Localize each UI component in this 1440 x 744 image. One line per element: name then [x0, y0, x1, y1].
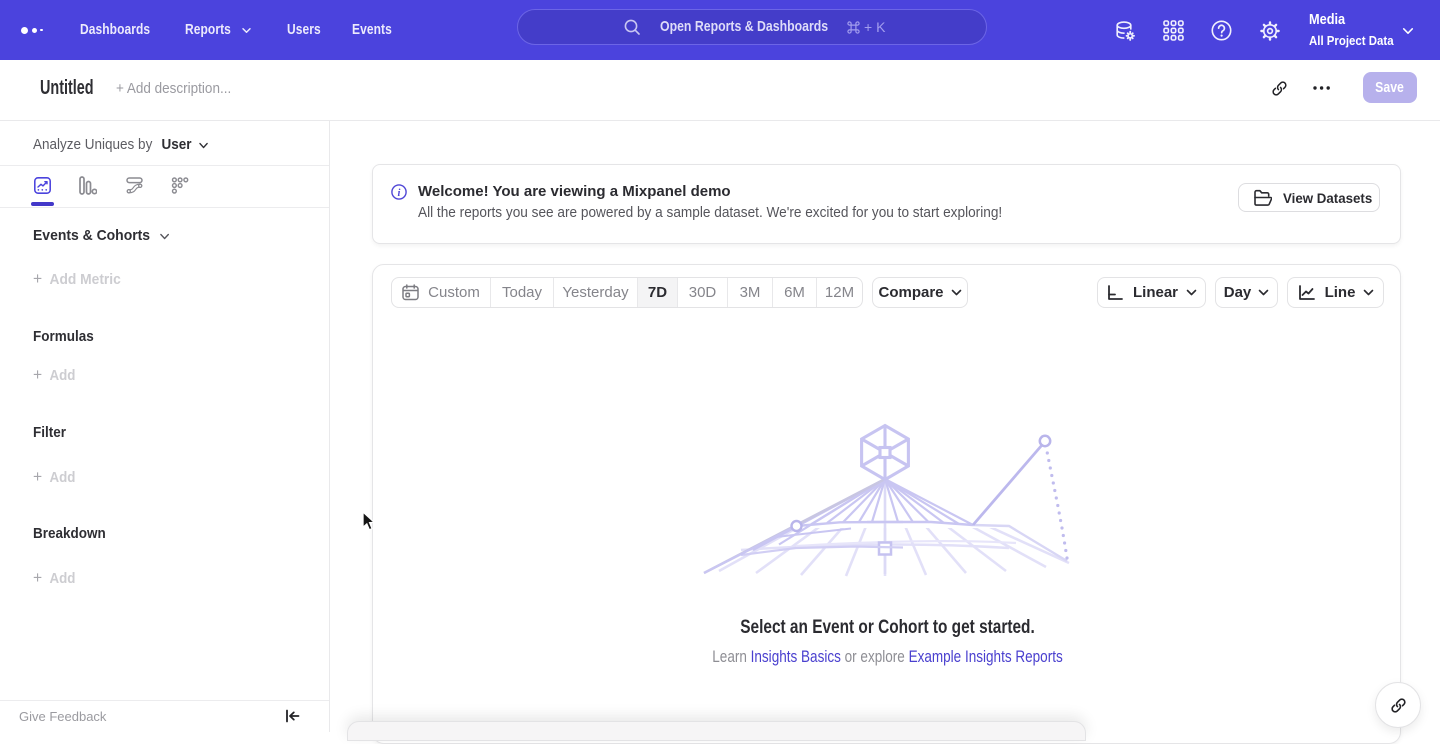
- svg-text:i: i: [398, 188, 401, 199]
